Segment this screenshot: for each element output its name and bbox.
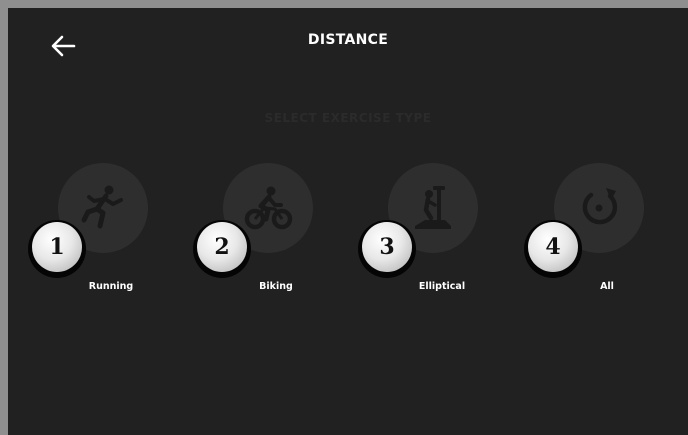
option-label: Biking	[259, 281, 293, 292]
step-badge: 4	[524, 220, 582, 278]
option-elliptical[interactable]: 3 Elliptical	[348, 163, 498, 303]
option-running[interactable]: 1 Running	[18, 163, 168, 303]
step-badge: 1	[28, 220, 86, 278]
app-screen: DISTANCE SELECT EXERCISE TYPE 1 Running	[8, 8, 688, 435]
option-label: Elliptical	[418, 281, 466, 292]
step-badge: 3	[358, 220, 416, 278]
elliptical-icon	[415, 186, 451, 229]
page-title: DISTANCE	[307, 32, 389, 48]
option-all[interactable]: 4 All	[514, 163, 664, 303]
option-label: Running	[88, 281, 134, 292]
option-label: All	[600, 281, 614, 292]
section-subtitle: SELECT EXERCISE TYPE	[264, 111, 432, 125]
cyclist-icon	[244, 186, 293, 230]
step-badge: 2	[193, 220, 251, 278]
runner-icon	[81, 185, 123, 229]
refresh-icon	[582, 188, 618, 225]
option-biking[interactable]: 2 Biking	[183, 163, 333, 303]
